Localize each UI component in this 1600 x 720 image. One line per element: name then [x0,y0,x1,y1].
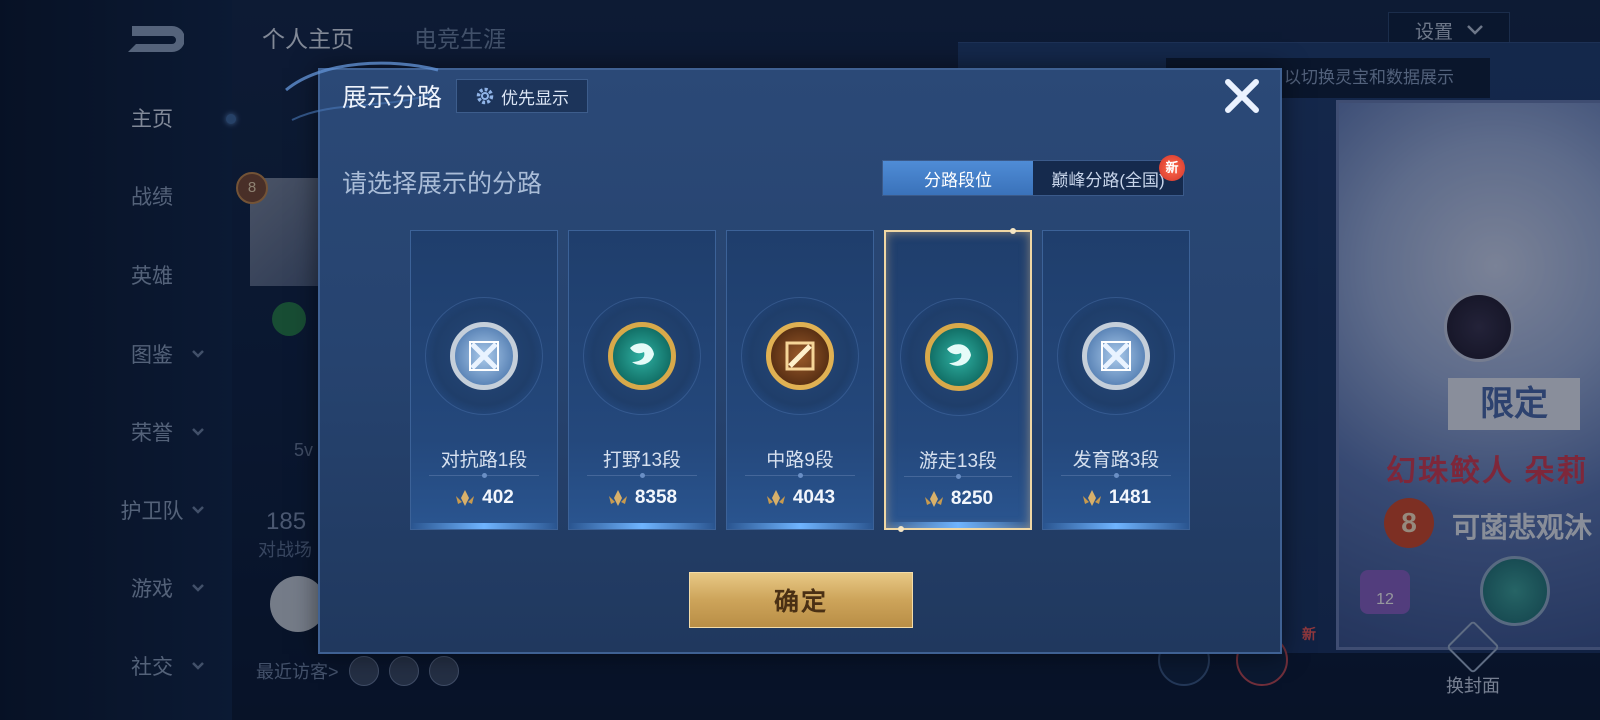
modal-subtitle: 请选择展示的分路 [342,170,543,198]
lane-card[interactable]: 对抗路1段 402 [410,230,558,530]
peak-score-icon [924,491,943,507]
emblem-ring [1057,297,1175,415]
gear-icon [476,87,494,105]
lane-emblem-icon [1082,322,1150,390]
lane-emblem-icon [450,322,518,390]
segment-lane-rank[interactable]: 分路段位 [883,161,1033,195]
lane-score: 8250 [950,488,994,509]
lane-emblem-icon [766,322,834,390]
peak-score-icon [456,490,475,506]
view-toggle: 分路段位 巅峰分路(全国) 新 [882,155,1185,196]
emblem-ring [900,298,1018,416]
emblem-ring [425,297,543,415]
lane-card[interactable]: 发育路3段 1481 [1042,230,1190,530]
lane-card-list: 对抗路1段 402 打野13段 8358 中路9段 4043 游走13段 8250 发育路3段 1… [410,228,1190,532]
priority-display-button[interactable]: 优先显示 [456,79,588,113]
card-glow [569,523,715,529]
card-glow [1043,523,1189,529]
emblem-ring [741,297,859,415]
lane-rank-label: 中路9段 [766,450,834,471]
emblem-glyph-icon [1087,327,1145,385]
emblem-glyph-icon [455,327,513,385]
emblem-glyph-icon [613,327,671,385]
lane-score: 1481 [1108,487,1152,508]
lane-score: 402 [482,487,514,508]
divider-dot [798,473,803,478]
score-row: 8358 [569,487,715,509]
emblem-glyph-icon [771,327,829,385]
priority-display-label: 优先显示 [501,88,569,108]
peak-score-icon [1082,490,1101,506]
lane-emblem-icon [925,323,993,391]
lane-rank-label: 打野13段 [602,450,682,471]
lane-rank-label: 对抗路1段 [440,450,528,471]
divider-dot [482,473,487,478]
corner-dot [1010,228,1016,234]
lane-score: 8358 [634,487,678,508]
lane-score: 4043 [792,487,836,508]
card-glow [411,523,557,529]
lane-card[interactable]: 游走13段 8250 [884,228,1032,532]
peak-score-icon [766,490,785,506]
lane-rank-label: 发育路3段 [1072,450,1160,471]
corner-dot [898,526,904,532]
card-glow [886,522,1030,528]
segment-label: 巅峰分路(全国) [1051,170,1165,190]
emblem-glyph-icon [930,328,988,386]
close-icon[interactable] [1222,76,1262,116]
divider-dot [1114,473,1119,478]
divider-dot [956,474,961,479]
divider-dot [640,473,645,478]
segment-peak-lane[interactable]: 巅峰分路(全国) 新 [1033,155,1185,195]
lane-card[interactable]: 打野13段 8358 [568,230,716,530]
score-row: 8250 [886,488,1030,510]
new-badge: 新 [1159,155,1185,181]
segment-label: 分路段位 [924,170,992,190]
emblem-ring [583,297,701,415]
lane-emblem-icon [608,322,676,390]
confirm-button[interactable]: 确定 [689,572,913,628]
score-row: 402 [411,487,557,509]
score-row: 1481 [1043,487,1189,509]
lane-card[interactable]: 中路9段 4043 [726,230,874,530]
lane-rank-label: 游走13段 [918,451,998,472]
card-glow [727,523,873,529]
score-row: 4043 [727,487,873,509]
peak-score-icon [608,490,627,506]
modal-title: 展示分路 [342,84,443,112]
